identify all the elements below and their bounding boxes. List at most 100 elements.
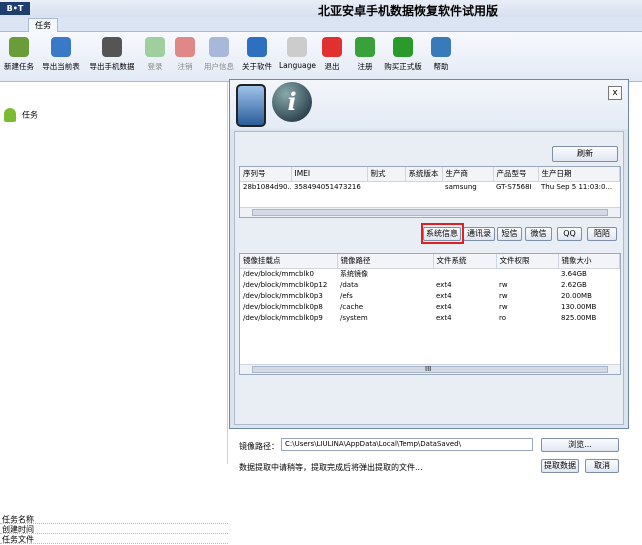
device-table: 序列号 IMEI 制式 系统版本 生产商 产品型号 生产日期 28b1084d90... 35… xyxy=(239,166,621,218)
ribbon-tabbar: 任务 xyxy=(0,17,642,32)
device-col-header[interactable]: 生产日期 xyxy=(538,167,620,182)
ribbon-button-label: 登录 xyxy=(147,62,163,71)
device-cell xyxy=(405,181,442,192)
device-col-header[interactable]: 产品型号 xyxy=(493,167,539,182)
action-button-5[interactable]: 陌陌 xyxy=(587,227,617,241)
ribbon-button-3[interactable]: 登录 xyxy=(142,35,168,79)
android-icon xyxy=(4,108,16,122)
path-label: 镜像路径： xyxy=(239,442,279,451)
ribbon-button-label: 注册 xyxy=(357,62,373,71)
mount-cell: rw xyxy=(499,280,508,289)
export-phone-icon xyxy=(102,37,122,57)
scroll-grip: III xyxy=(425,365,432,373)
mount-col-header[interactable]: 镜像挂载点 xyxy=(240,254,338,269)
ribbon-button-7[interactable]: Language xyxy=(279,35,317,79)
export-table-icon xyxy=(51,37,71,57)
device-cell: samsung xyxy=(445,182,477,191)
exit-icon xyxy=(322,37,342,57)
help-icon xyxy=(431,37,451,57)
mount-cell: /dev/block/mmcblk0p9 xyxy=(243,313,323,322)
ribbon-button-4[interactable]: 注销 xyxy=(172,35,198,79)
prop-create-time: 创建时间 xyxy=(0,524,228,534)
device-cell: GT-S7568I xyxy=(496,182,532,191)
device-col-header[interactable]: 生产商 xyxy=(442,167,494,182)
mount-cell: rw xyxy=(499,291,508,300)
device-col-header[interactable]: 序列号 xyxy=(240,167,292,182)
mount-cell: 系统镜像 xyxy=(340,269,368,278)
device-col-header[interactable]: 制式 xyxy=(367,167,406,182)
mount-cell: 825.00MB xyxy=(561,313,597,322)
ribbon-button-0[interactable]: 新建任务 xyxy=(2,35,36,79)
task-tree-item[interactable]: 任务 xyxy=(4,108,38,122)
dialog-body: 刷新 序列号 IMEI 制式 系统版本 生产商 产品型号 生产日期 28b1084d90..… xyxy=(234,131,624,473)
action-button-2[interactable]: 短信 xyxy=(497,227,522,241)
extract-button[interactable]: 提取数据 xyxy=(541,459,579,473)
mount-cell: 2.62GB xyxy=(561,280,587,289)
new-task-icon xyxy=(9,37,29,57)
mount-cell: ext4 xyxy=(436,280,452,289)
ribbon-button-label: 用户信息 xyxy=(204,62,234,71)
mount-cell: rw xyxy=(499,302,508,311)
task-panel: 任务 任务名称 创建时间 任务文件 xyxy=(0,82,228,544)
cancel-button[interactable]: 取消 xyxy=(585,459,619,473)
mount-cell: /dev/block/mmcblk0p12 xyxy=(243,280,328,289)
buy-icon xyxy=(393,37,413,57)
mount-col-header[interactable]: 文件权限 xyxy=(496,254,559,269)
mount-col-header[interactable]: 镜象大小 xyxy=(558,254,620,269)
mount-cell: /system xyxy=(340,313,368,322)
mount-cell: ro xyxy=(499,313,507,322)
ribbon-button-5[interactable]: 用户信息 xyxy=(202,35,236,79)
ribbon-button-label: 帮助 xyxy=(433,62,449,71)
mount-row[interactable]: /dev/block/mmcblk0p3/efs ext4 rw 20.00MB xyxy=(240,290,620,301)
ribbon-button-label: 导出手机数据 xyxy=(89,62,135,71)
action-button-1[interactable]: 通讯录 xyxy=(463,227,495,241)
device-col-header[interactable]: IMEI xyxy=(291,167,368,182)
mount-row[interactable]: /dev/block/mmcblk0 系统镜像 3.64GB xyxy=(240,268,620,279)
mount-cell: ext4 xyxy=(436,302,452,311)
mount-row[interactable]: /dev/block/mmcblk0p12/data ext4 rw 2.62GB xyxy=(240,279,620,290)
ribbon-button-label: 导出当前表 xyxy=(42,62,80,71)
mount-cell: /efs xyxy=(340,291,353,300)
device-table-scrollbar[interactable] xyxy=(240,207,620,217)
register-icon xyxy=(355,37,375,57)
logout-icon xyxy=(175,37,195,57)
ribbon-button-10[interactable]: 购买正式版 xyxy=(383,35,423,79)
ribbon-button-label: Language xyxy=(279,61,317,70)
login-icon xyxy=(145,37,165,57)
ribbon-button-6[interactable]: 关于软件 xyxy=(240,35,274,79)
language-icon xyxy=(287,37,307,57)
ribbon-button-label: 注销 xyxy=(177,62,193,71)
ribbon-button-label: 购买正式版 xyxy=(384,62,422,71)
refresh-button[interactable]: 刷新 xyxy=(552,146,618,162)
mount-table-scrollbar[interactable]: III xyxy=(240,364,620,374)
mount-cell: /data xyxy=(340,280,359,289)
mount-col-header[interactable]: 文件系统 xyxy=(433,254,497,269)
device-col-header[interactable]: 系统版本 xyxy=(405,167,443,182)
device-row[interactable]: 28b1084d90... 358494051473216 samsung GT-S7… xyxy=(240,181,620,192)
browse-button[interactable]: 浏览... xyxy=(541,438,619,452)
task-tree-label: 任务 xyxy=(22,110,38,120)
image-path-field[interactable]: C:\Users\LIULINA\AppData\Local\Temp\Data… xyxy=(281,438,533,451)
mount-row[interactable]: /dev/block/mmcblk0p8/cache ext4 rw 130.00MB xyxy=(240,301,620,312)
app-logo: B•T xyxy=(0,2,30,15)
highlight-box xyxy=(421,223,464,244)
device-cell: 358494051473216 xyxy=(294,182,361,191)
ribbon-button-11[interactable]: 帮助 xyxy=(428,35,454,79)
mount-col-header[interactable]: 镜像路径 xyxy=(337,254,434,269)
ribbon-button-label: 退出 xyxy=(324,62,340,71)
task-properties: 任务名称 创建时间 任务文件 xyxy=(0,514,228,544)
close-button[interactable]: x xyxy=(608,86,622,100)
mount-table: 镜像挂载点 镜像路径 文件系统 文件权限 镜象大小 /dev/block/mmcblk0… xyxy=(239,253,621,375)
phone-info-dialog: i x 刷新 序列号 IMEI 制式 系统版本 生产商 产品型号 生产日期 28b1084d… xyxy=(229,79,629,473)
mount-cell: /dev/block/mmcblk0p3 xyxy=(243,291,323,300)
mount-row[interactable]: /dev/block/mmcblk0p9/system ext4 ro 825.00M… xyxy=(240,312,620,323)
ribbon-button-9[interactable]: 注册 xyxy=(352,35,378,79)
ribbon-button-1[interactable]: 导出当前表 xyxy=(38,35,84,79)
mount-cell: ext4 xyxy=(436,313,452,322)
tab-task[interactable]: 任务 xyxy=(28,18,58,32)
ribbon-button-8[interactable]: 退出 xyxy=(320,35,344,79)
title-bar: B•T 北亚安卓手机数据恢复软件试用版 xyxy=(0,0,642,18)
action-button-4[interactable]: QQ xyxy=(557,227,582,241)
ribbon-button-2[interactable]: 导出手机数据 xyxy=(86,35,138,79)
action-button-3[interactable]: 微信 xyxy=(525,227,552,241)
